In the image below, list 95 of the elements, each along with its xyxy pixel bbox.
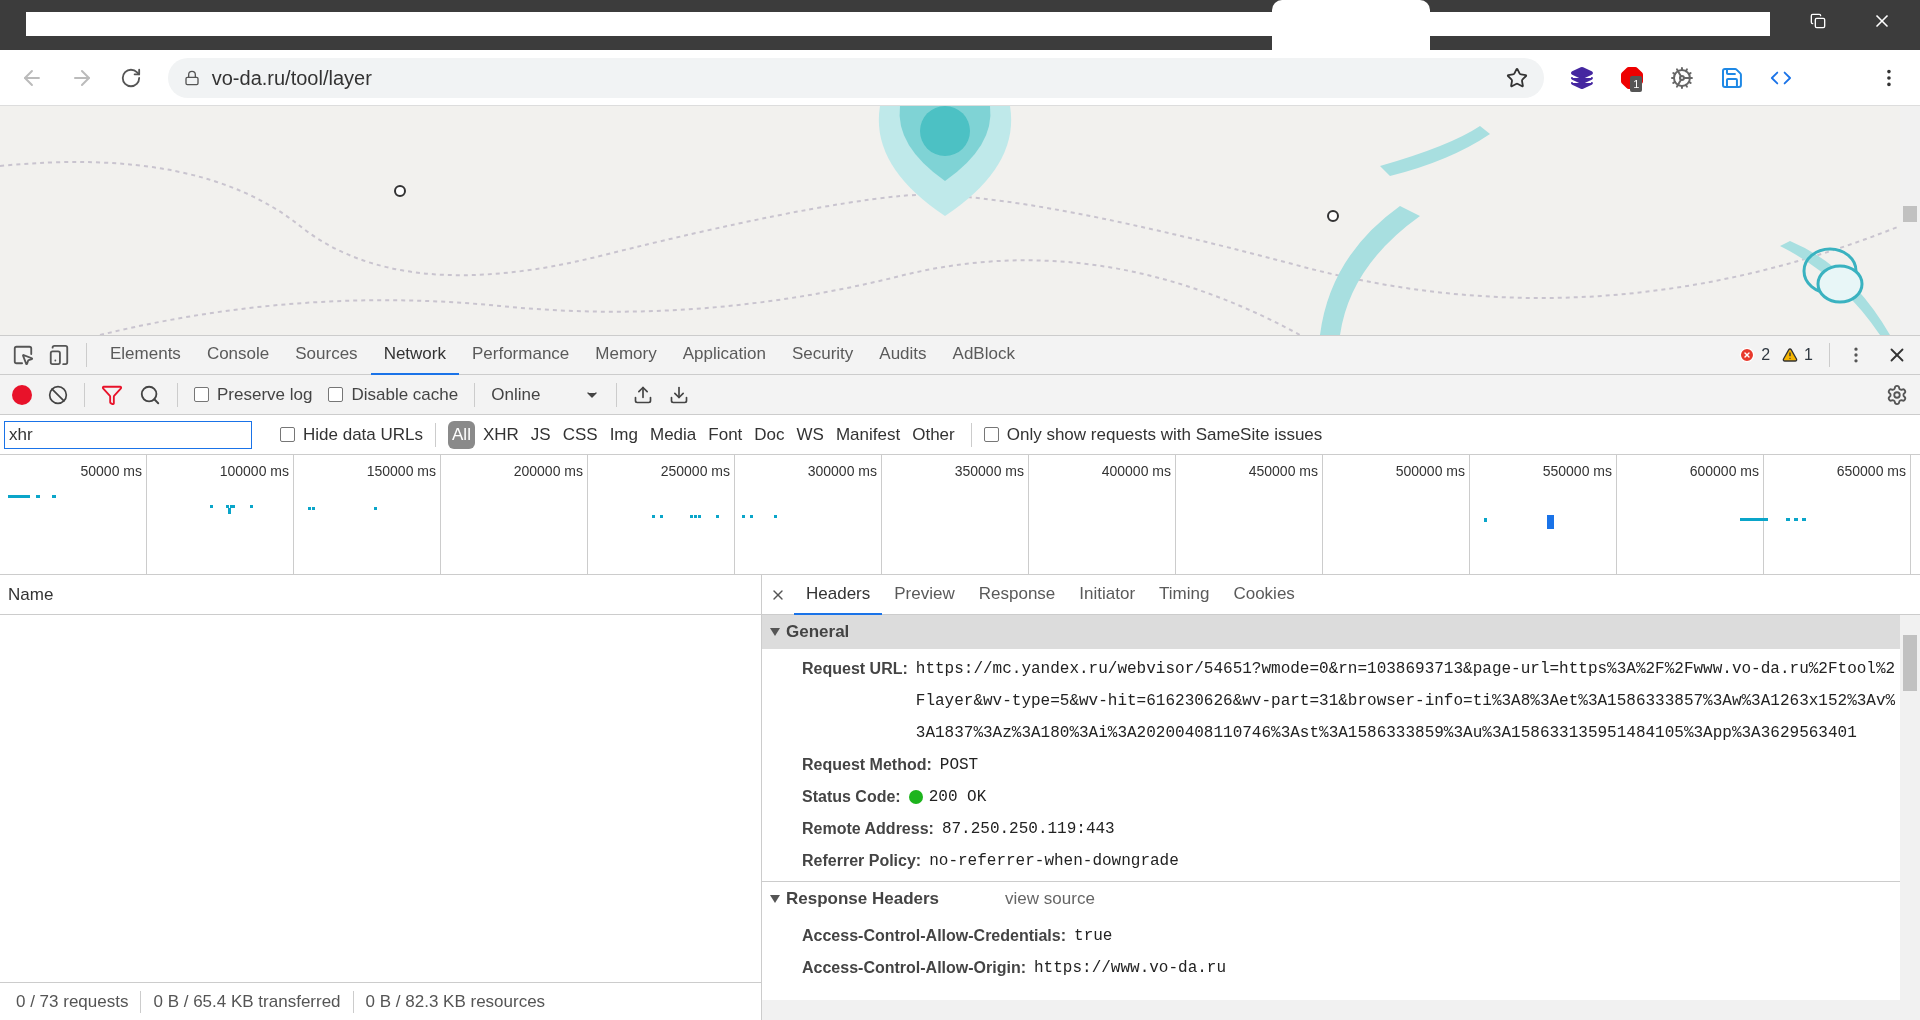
expand-toggle[interactable] [770, 895, 780, 903]
header-value: https://www.vo-da.ru [1034, 958, 1227, 979]
type-filter[interactable]: Media [646, 420, 701, 449]
timeline-tick: 200000 ms [513, 462, 583, 479]
devtools-tab[interactable]: Elements [97, 335, 194, 375]
filter-field[interactable]: xhr [4, 420, 252, 449]
error-icon [1739, 347, 1756, 363]
type-filter[interactable]: Doc [750, 420, 789, 449]
timeline-tick: 500000 ms [1395, 462, 1465, 479]
type-filter[interactable]: Font [704, 420, 747, 449]
header-name: Remote Address: [802, 819, 934, 839]
checkbox-label: Hide data URLs [303, 423, 423, 446]
error-count: 2 [1761, 345, 1771, 365]
timeline-tick: 600000 ms [1689, 462, 1759, 479]
devtools-tab[interactable]: Console [193, 335, 283, 375]
type-filter[interactable]: CSS [558, 420, 602, 449]
column-header[interactable]: Name [0, 575, 761, 615]
section-title[interactable]: General [786, 619, 850, 645]
type-filter[interactable]: JS [526, 420, 555, 449]
star-icon[interactable] [1506, 66, 1529, 89]
checkbox[interactable] [194, 387, 209, 402]
header-value: true [1074, 926, 1113, 947]
section-title[interactable]: Response Headers [786, 886, 940, 912]
timeline-tick: 250000 ms [660, 462, 730, 479]
checkbox[interactable] [983, 427, 999, 442]
devtools-tab[interactable]: Sources [282, 335, 371, 375]
devtools-tab[interactable]: AdBlock [939, 335, 1028, 375]
type-filter[interactable]: Manifest [831, 420, 905, 449]
timeline-tick: 650000 ms [1836, 462, 1906, 479]
detail-tab[interactable]: Response [966, 574, 1068, 615]
checkbox-label: Disable cache [351, 383, 459, 406]
timeline-tick: 300000 ms [807, 462, 877, 479]
checkbox-label: Only show requests with SameSite issues [1006, 423, 1323, 446]
url-text: vo-da.ru/tool/layer [211, 65, 372, 91]
type-filter[interactable]: WS [792, 420, 828, 449]
header-value: 87.250.250.119:443 [941, 819, 1115, 840]
status-text: 0 B / 65.4 KB transferred [153, 990, 341, 1013]
restore-icon[interactable] [1810, 13, 1826, 29]
status-text: 0 / 73 requests [16, 990, 129, 1013]
checkbox[interactable] [280, 427, 295, 442]
horizontal-scrollbar[interactable] [762, 1000, 1920, 1020]
reload-icon[interactable] [119, 66, 142, 89]
detail-tab[interactable]: Timing [1147, 574, 1222, 615]
scrollbar[interactable] [1900, 615, 1920, 1000]
timeline-tick: 50000 ms [80, 462, 142, 479]
header-value: no-referrer-when-downgrade [929, 851, 1179, 872]
header-name: Access-Control-Allow-Credentials: [802, 926, 1067, 946]
lock-icon [183, 69, 200, 86]
layers-icon[interactable] [1570, 65, 1595, 90]
expand-toggle[interactable] [770, 628, 780, 636]
devtools-tab[interactable]: Audits [866, 335, 940, 375]
type-filter[interactable]: Other [908, 420, 959, 449]
download-icon[interactable] [669, 384, 690, 405]
address-bar[interactable]: vo-da.ru/tool/layer [167, 57, 1545, 98]
timeline-tick: 550000 ms [1542, 462, 1612, 479]
filter-icon[interactable] [101, 383, 123, 406]
timeline-tick: 400000 ms [1101, 462, 1171, 479]
warning-count: 1 [1804, 345, 1813, 365]
devtools-tab[interactable]: Performance [459, 335, 583, 375]
status-text: 0 B / 82.3 KB resources [365, 990, 546, 1013]
header-name: Referrer Policy: [802, 851, 922, 871]
devtools-tab[interactable]: Application [669, 335, 779, 375]
devtools-tab[interactable]: Security [778, 335, 867, 375]
settings-icon[interactable] [1886, 383, 1908, 406]
scrollbar[interactable] [1900, 106, 1920, 335]
type-filter[interactable]: XHR [478, 420, 523, 449]
checkbox-label: Preserve log [217, 383, 313, 406]
header-name: Status Code: [802, 787, 901, 807]
type-filter[interactable]: Img [605, 420, 642, 449]
header-name: Request Method: [802, 755, 932, 775]
header-value: POST [939, 755, 979, 776]
inspect-icon[interactable] [12, 344, 34, 366]
upload-icon[interactable] [633, 384, 654, 405]
record-button[interactable] [12, 384, 32, 405]
timeline-tick: 450000 ms [1248, 462, 1318, 479]
device-icon[interactable] [48, 344, 70, 366]
detail-tab[interactable]: Initiator [1067, 574, 1148, 615]
floppy-icon[interactable] [1720, 65, 1745, 90]
view-source-link[interactable]: view source [1005, 886, 1095, 912]
header-name: Access-Control-Allow-Origin: [802, 958, 1026, 978]
devtools-tab[interactable]: Memory [582, 335, 670, 375]
detail-tab[interactable]: Cookies [1221, 574, 1307, 615]
timeline-tick: 150000 ms [366, 462, 436, 479]
header-name: Request URL: [802, 659, 908, 679]
header-value: 200 OK [928, 787, 987, 808]
timeline-tick: 350000 ms [954, 462, 1024, 479]
clear-icon[interactable] [48, 384, 68, 405]
header-value: https://mc.yandex.ru/webvisor/54651?wmode=0&rn=1038693713&page-url=https%3A%2F%2Fwww.vo-da.ru%2Ftool%2Flayer&wv-type=5&wv-hit=616230626&wv-part=31&browser-info=ti%3A8%3Aet%3A1586333857%3Aw%3A1263x152%3Av%3A1837%3Az%3A180%3Ai%3A20200408110746%3Ast%3A1586333859%3Au%3A158633135951484105%3App%3A3629563401 [915, 659, 1896, 744]
warning-icon [1782, 347, 1799, 363]
detail-tab[interactable]: Preview [882, 574, 967, 615]
checkbox[interactable] [328, 387, 344, 402]
gear-icon[interactable] [1670, 65, 1695, 90]
search-icon[interactable] [139, 383, 161, 406]
throttling-dropdown[interactable]: Online [491, 381, 601, 408]
timeline-tick: 100000 ms [219, 462, 289, 479]
